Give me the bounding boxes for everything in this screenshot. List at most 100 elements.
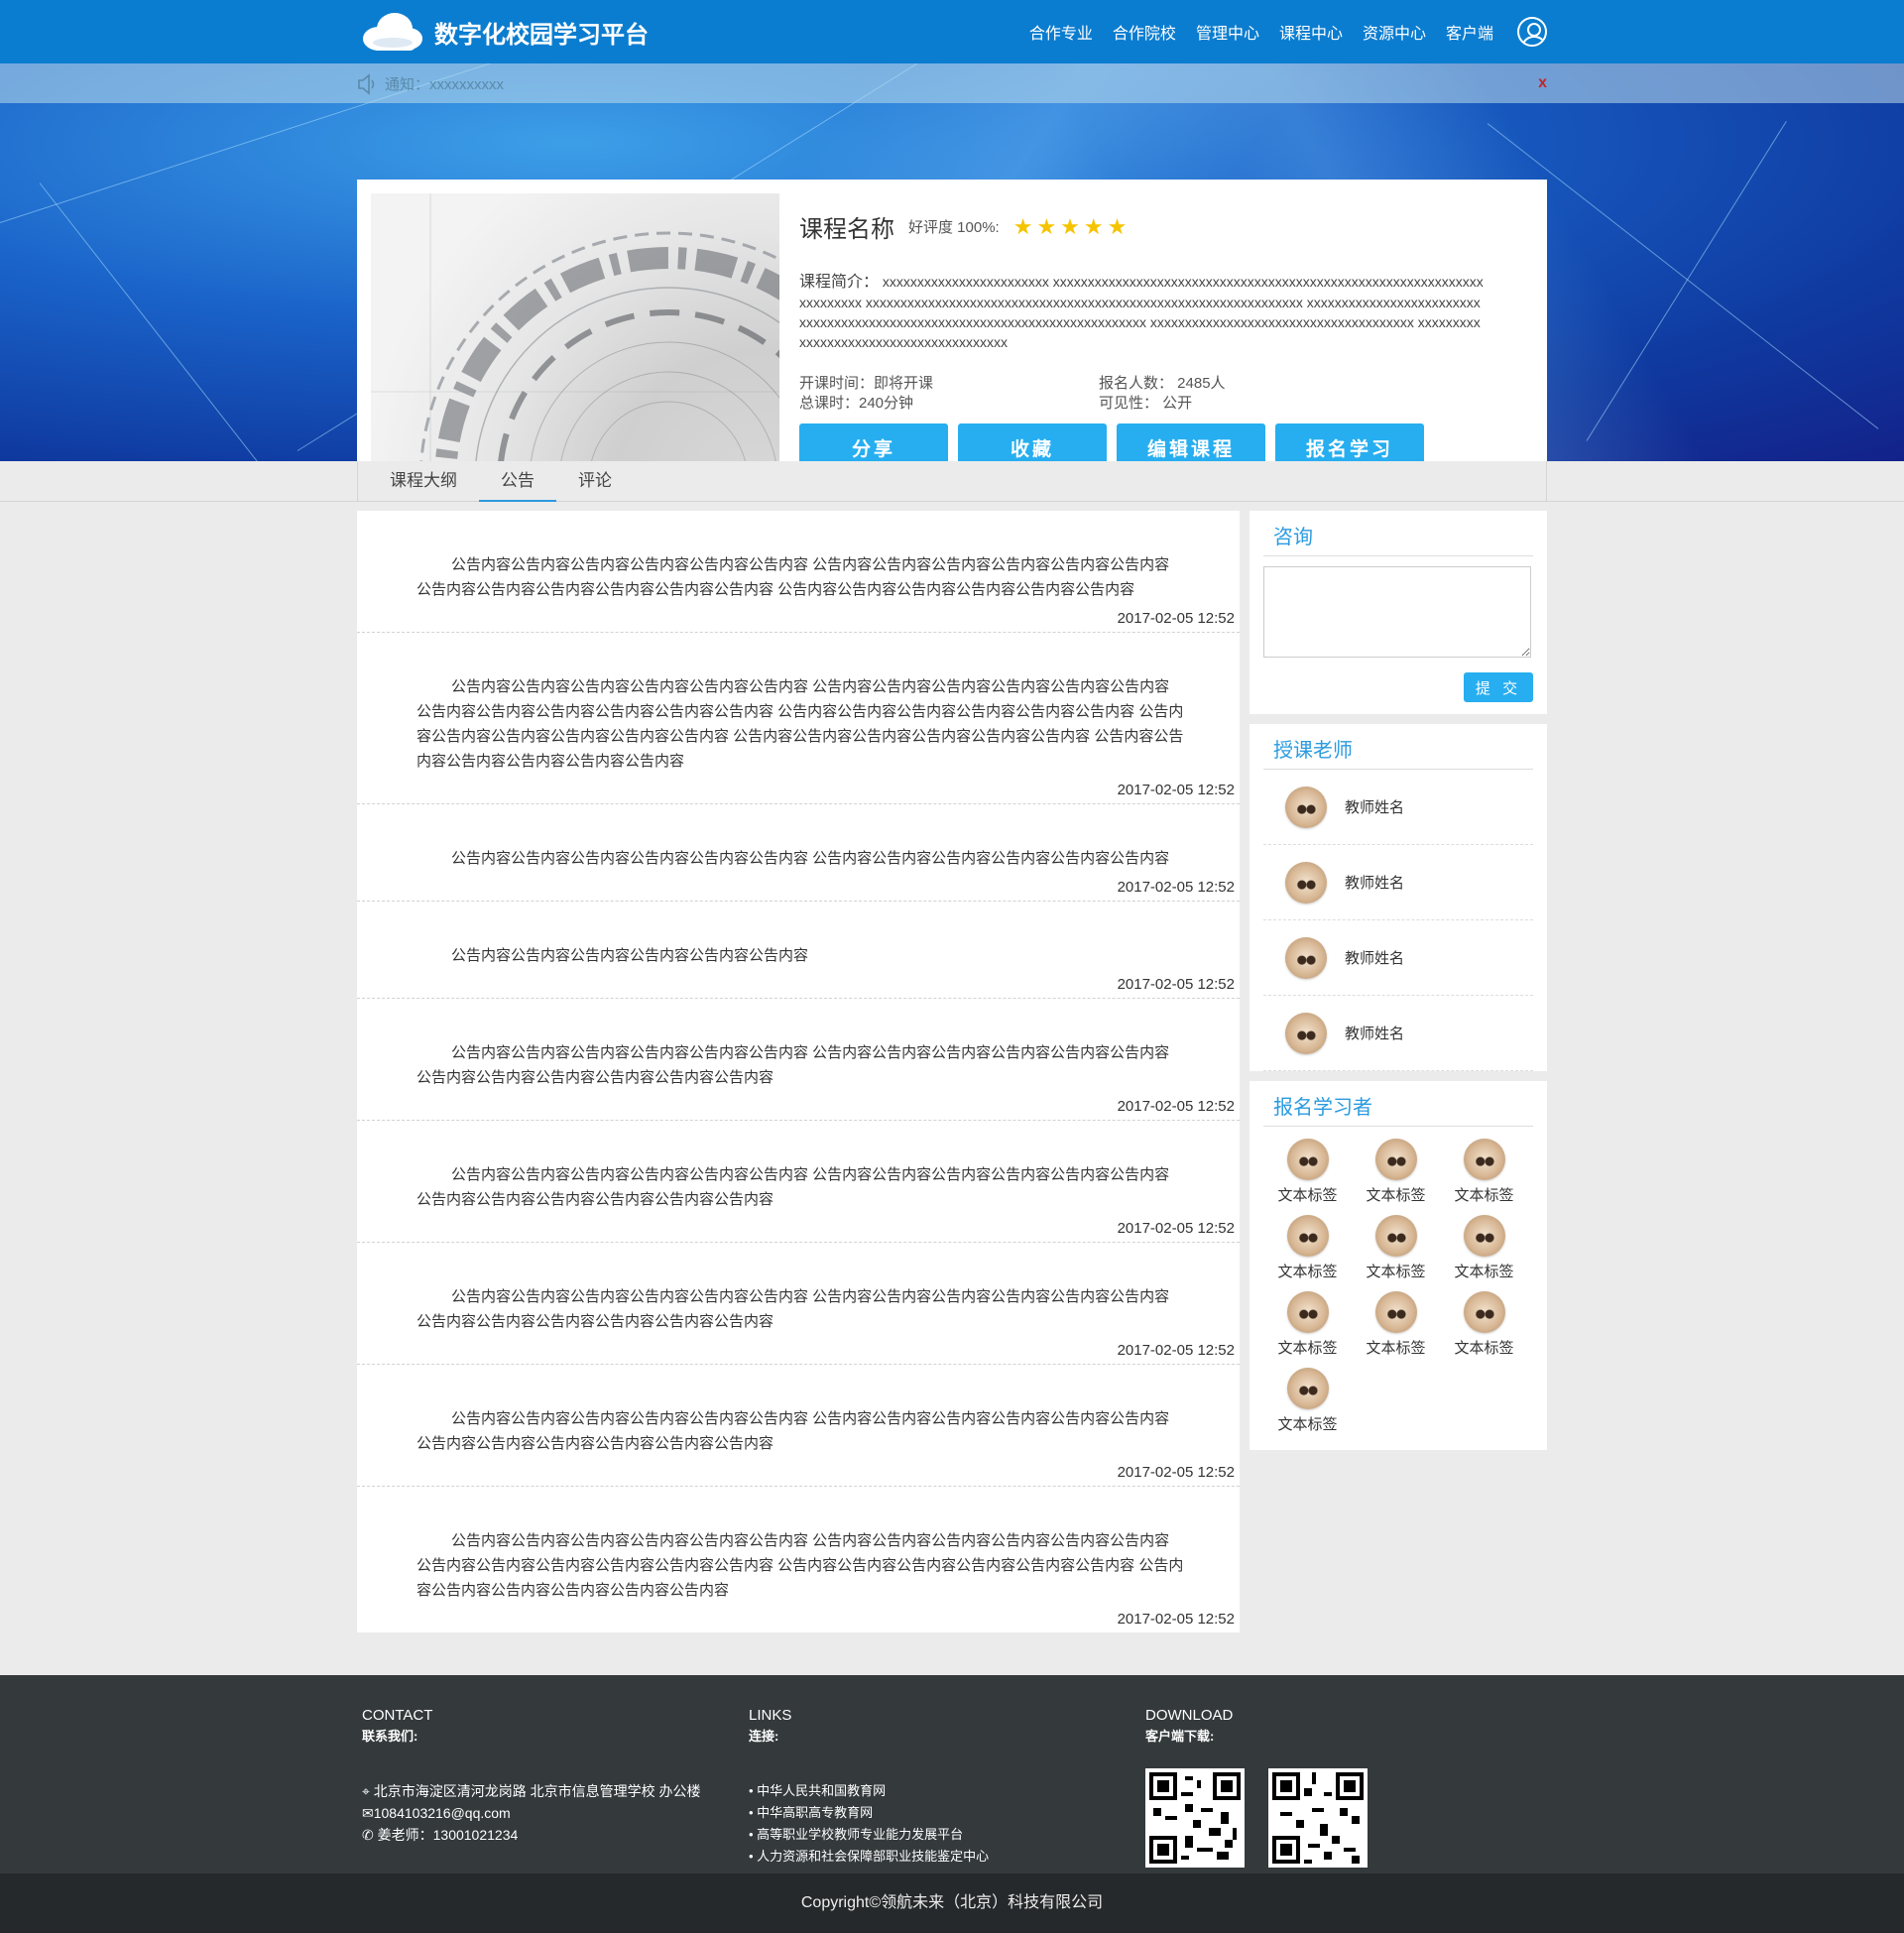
contact-subtitle: 联系我们:	[362, 1729, 418, 1744]
favorite-button[interactable]: 收藏	[958, 423, 1107, 461]
avatar	[1286, 1139, 1329, 1180]
students-panel: 报名学习者 文本标签 文本标签 文本标签 文本标签 文本标签 文本标签 文本标签…	[1250, 1081, 1547, 1450]
footer-link[interactable]: • 高等职业学校教师专业能力发展平台	[749, 1824, 1145, 1846]
teachers-title: 授课老师	[1263, 730, 1533, 770]
avatar	[1285, 861, 1327, 904]
announcement-time: 2017-02-05 12:52	[1117, 1464, 1235, 1481]
student-item[interactable]: 文本标签	[1263, 1215, 1352, 1281]
announcement-text: 公告内容公告内容公告内容公告内容公告内容公告内容 公告内容公告内容公告内容公告内…	[416, 1044, 1170, 1086]
banner-line	[1586, 120, 1787, 441]
course-title: 课程名称	[799, 216, 894, 243]
star-icon: ★	[1107, 213, 1128, 239]
footer-link-label[interactable]: 中华高职高专教育网	[757, 1805, 873, 1820]
teacher-item[interactable]: 教师姓名	[1263, 845, 1533, 920]
consult-input[interactable]	[1263, 566, 1531, 658]
nav-course-center[interactable]: 课程中心	[1279, 20, 1343, 44]
phone: 姜老师：13001021234	[377, 1827, 519, 1843]
avatar	[1374, 1291, 1417, 1333]
student-label: 文本标签	[1277, 1340, 1338, 1357]
announcement-item: 公告内容公告内容公告内容公告内容公告内容公告内容 2017-02-05 12:5…	[357, 902, 1240, 999]
student-label: 文本标签	[1454, 1340, 1514, 1357]
main-content: 公告内容公告内容公告内容公告内容公告内容公告内容 公告内容公告内容公告内容公告内…	[357, 511, 1547, 1632]
footer-links: LINKS 连接: • 中华人民共和国教育网 • 中华高职高专教育网 • 高等职…	[749, 1707, 1145, 1868]
student-label: 文本标签	[1366, 1340, 1426, 1357]
top-navbar: 数字化校园学习平台 合作专业 合作院校 管理中心 课程中心 资源中心 客户端	[0, 0, 1904, 63]
rating-stars: ★ ★ ★ ★ ★	[1012, 213, 1128, 239]
teacher-item[interactable]: 教师姓名	[1263, 996, 1533, 1071]
footer-link-label[interactable]: 中华人民共和国教育网	[757, 1783, 886, 1798]
student-item[interactable]: 文本标签	[1440, 1215, 1528, 1281]
footer-link-label[interactable]: 高等职业学校教师专业能力发展平台	[757, 1827, 963, 1842]
student-item[interactable]: 文本标签	[1440, 1291, 1528, 1358]
links-subtitle: 连接:	[749, 1729, 779, 1744]
consult-submit-button[interactable]: 提 交	[1464, 672, 1533, 702]
site-title: 数字化校园学习平台	[434, 21, 649, 49]
announcement-list: 公告内容公告内容公告内容公告内容公告内容公告内容 公告内容公告内容公告内容公告内…	[357, 511, 1240, 1632]
announcement-text: 公告内容公告内容公告内容公告内容公告内容公告内容 公告内容公告内容公告内容公告内…	[451, 850, 1170, 867]
announcement-item: 公告内容公告内容公告内容公告内容公告内容公告内容 公告内容公告内容公告内容公告内…	[357, 1487, 1240, 1632]
teacher-name: 教师姓名	[1345, 1026, 1405, 1042]
announcement-time: 2017-02-05 12:52	[1117, 782, 1235, 798]
footer-link[interactable]: • 中华人民共和国教育网	[749, 1780, 1145, 1802]
announcement-time: 2017-02-05 12:52	[1117, 1342, 1235, 1359]
student-item[interactable]: 文本标签	[1352, 1291, 1440, 1358]
user-account-icon[interactable]	[1517, 17, 1547, 47]
student-item[interactable]: 文本标签	[1263, 1368, 1352, 1434]
student-item[interactable]: 文本标签	[1263, 1139, 1352, 1205]
share-button[interactable]: 分享	[799, 423, 948, 461]
announcement-item: 公告内容公告内容公告内容公告内容公告内容公告内容 公告内容公告内容公告内容公告内…	[357, 1365, 1240, 1487]
students-title: 报名学习者	[1263, 1087, 1533, 1127]
nav-client[interactable]: 客户端	[1446, 20, 1493, 44]
star-icon: ★	[1012, 213, 1033, 239]
course-meta: 开课时间：即将开课 报名人数： 2485人 总课时：240分钟 可见性： 公开	[799, 374, 1533, 414]
footer-contact: CONTACT 联系我们: ⌖ 北京市海淀区清河龙岗路 北京市信息管理学校 办公…	[357, 1707, 749, 1868]
teacher-item[interactable]: 教师姓名	[1263, 920, 1533, 996]
download-title: DOWNLOAD	[1145, 1707, 1234, 1724]
email[interactable]: 1084103216@qq.com	[374, 1805, 511, 1821]
rating-text: 好评度 100%:	[908, 219, 1000, 236]
avatar	[1463, 1291, 1505, 1333]
qr-code-icon[interactable]	[1145, 1768, 1245, 1868]
student-item[interactable]: 文本标签	[1352, 1215, 1440, 1281]
tab-syllabus[interactable]: 课程大纲	[368, 461, 479, 502]
avatar	[1463, 1139, 1505, 1180]
student-item[interactable]: 文本标签	[1263, 1291, 1352, 1358]
footer-download: DOWNLOAD 客户端下载:	[1145, 1707, 1368, 1868]
notice-close-icon[interactable]: x	[1538, 74, 1547, 92]
nav-resource-center[interactable]: 资源中心	[1363, 20, 1426, 44]
footer-link[interactable]: • 中华高职高专教育网	[749, 1802, 1145, 1824]
edit-course-button[interactable]: 编辑课程	[1117, 423, 1265, 461]
enroll-button[interactable]: 报名学习	[1275, 423, 1424, 461]
course-hero-banner: 通知：xxxxxxxxxx x 课程名称 好评度 100%: ★ ★ ★ ★ ★…	[0, 63, 1904, 461]
start-time: 开课时间：即将开课	[799, 375, 934, 392]
teacher-name: 教师姓名	[1345, 875, 1405, 892]
consult-title: 咨询	[1263, 517, 1533, 556]
teacher-item[interactable]: 教师姓名	[1263, 770, 1533, 845]
tab-announcements[interactable]: 公告	[479, 461, 556, 502]
phone-icon: ✆	[362, 1827, 374, 1843]
footer-link-label[interactable]: 人力资源和社会保障部职业技能鉴定中心	[757, 1849, 989, 1864]
footer-link[interactable]: • 人力资源和社会保障部职业技能鉴定中心	[749, 1846, 1145, 1868]
student-item[interactable]: 文本标签	[1352, 1139, 1440, 1205]
main-nav: 合作专业 合作院校 管理中心 课程中心 资源中心 客户端	[1029, 17, 1547, 47]
student-label: 文本标签	[1277, 1187, 1338, 1204]
site-logo[interactable]: 数字化校园学习平台	[357, 9, 649, 55]
nav-partner-schools[interactable]: 合作院校	[1113, 20, 1176, 44]
qr-code-icon[interactable]	[1268, 1768, 1368, 1868]
announcement-item: 公告内容公告内容公告内容公告内容公告内容公告内容 公告内容公告内容公告内容公告内…	[357, 1121, 1240, 1243]
announcement-item: 公告内容公告内容公告内容公告内容公告内容公告内容 公告内容公告内容公告内容公告内…	[357, 633, 1240, 804]
nav-partner-majors[interactable]: 合作专业	[1029, 20, 1093, 44]
student-grid: 文本标签 文本标签 文本标签 文本标签 文本标签 文本标签 文本标签 文本标签 …	[1263, 1127, 1533, 1438]
announcement-text: 公告内容公告内容公告内容公告内容公告内容公告内容 公告内容公告内容公告内容公告内…	[416, 1166, 1170, 1208]
copyright: Copyright©领航未来（北京）科技有限公司	[0, 1873, 1904, 1933]
tab-comments[interactable]: 评论	[556, 461, 634, 502]
announcement-text: 公告内容公告内容公告内容公告内容公告内容公告内容 公告内容公告内容公告内容公告内…	[416, 556, 1170, 598]
course-card: 课程名称 好评度 100%: ★ ★ ★ ★ ★ 课程简介： xxxxxxxxx…	[357, 180, 1547, 461]
announcement-time: 2017-02-05 12:52	[1117, 879, 1235, 896]
announcement-text: 公告内容公告内容公告内容公告内容公告内容公告内容 公告内容公告内容公告内容公告内…	[416, 1288, 1170, 1330]
course-intro: 课程简介： xxxxxxxxxxxxxxxxxxxxxxxx xxxxxxxxx…	[799, 272, 1484, 352]
student-item[interactable]: 文本标签	[1440, 1139, 1528, 1205]
nav-management-center[interactable]: 管理中心	[1196, 20, 1259, 44]
student-label: 文本标签	[1277, 1264, 1338, 1280]
speaker-icon	[357, 73, 377, 95]
